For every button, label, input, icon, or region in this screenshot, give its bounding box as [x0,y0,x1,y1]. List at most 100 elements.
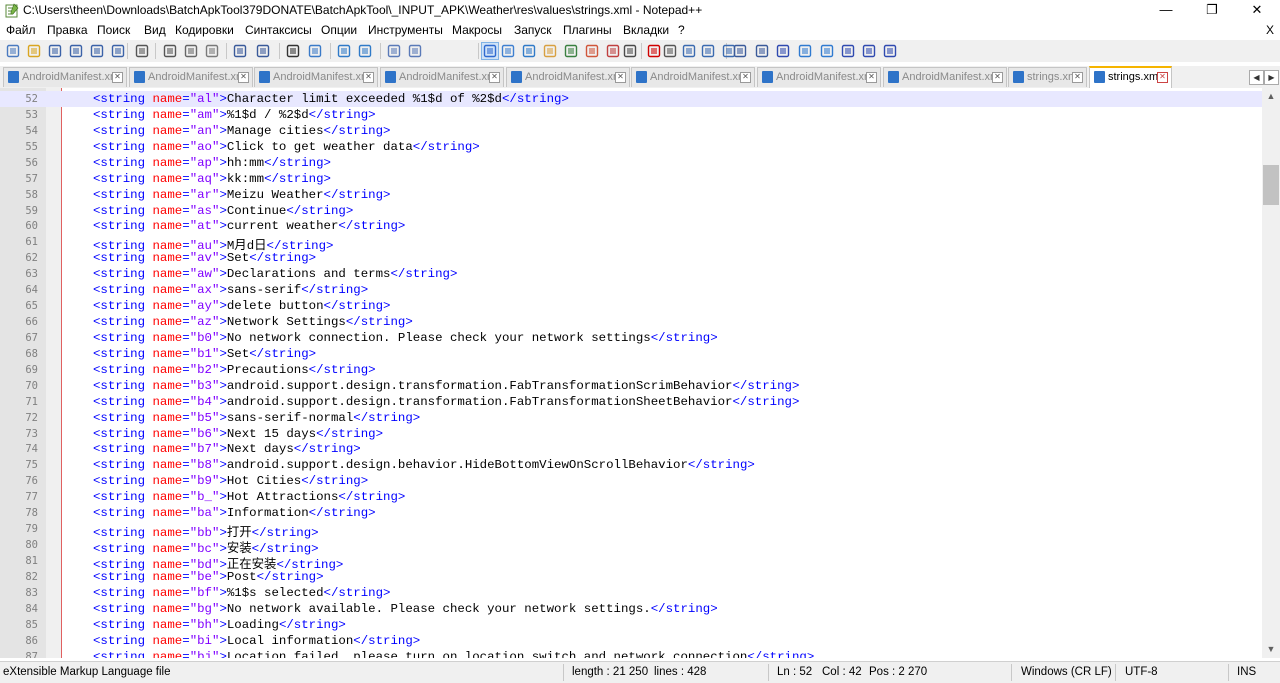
scroll-thumb[interactable] [1263,165,1279,205]
tab[interactable]: AndroidManifest.xml ✕ [757,67,881,87]
stop-record-icon[interactable] [662,43,678,59]
close-document-x[interactable]: X [1266,23,1274,37]
menu-tools[interactable]: Инструменты [368,23,443,37]
code-line[interactable]: 52 <string name="al">Character limit exce… [0,91,1262,107]
sync-vertical-icon[interactable] [386,43,402,59]
code-line[interactable]: 74 <string name="b7">Next days</string> [0,441,1262,457]
code-line[interactable]: 76 <string name="b9">Hot Cities</string> [0,473,1262,489]
menu-encoding[interactable]: Кодировки [175,23,234,37]
code-line[interactable]: 80 <string name="bc">安装</string> [0,537,1262,556]
code-line[interactable]: 70 <string name="b3">android.support.desi… [0,378,1262,394]
menu-file[interactable]: Файл [6,23,36,37]
code-line[interactable]: 86 <string name="bi">Local information</s… [0,633,1262,649]
first-icon[interactable] [840,43,856,59]
print-icon[interactable] [134,43,150,59]
next-icon[interactable] [819,43,835,59]
tab[interactable]: AndroidManifest.xml ✕ [129,67,253,87]
save-icon[interactable] [47,43,63,59]
close-all-icon[interactable] [110,43,126,59]
monitoring-icon[interactable] [622,43,638,59]
tab[interactable]: AndroidManifest.xml ✕ [254,67,378,87]
menu-help[interactable]: ? [678,23,685,37]
code-line[interactable]: 78 <string name="ba">Information</string> [0,505,1262,521]
code-line[interactable]: 62 <string name="av">Set</string> [0,250,1262,266]
code-line[interactable]: 54 <string name="an">Manage cities</strin… [0,123,1262,139]
menu-syntax[interactable]: Синтаксисы [245,23,312,37]
tab-close-icon[interactable]: ✕ [489,72,500,83]
menu-macros[interactable]: Макросы [452,23,502,37]
collapse-icon[interactable] [732,43,748,59]
tab[interactable]: strings.xml ✕ [1008,67,1087,87]
code-line[interactable]: 56 <string name="ap">hh:mm</string> [0,155,1262,171]
tab-close-icon[interactable]: ✕ [740,72,751,83]
code-line[interactable]: 71 <string name="b4">android.support.desi… [0,394,1262,410]
menu-edit[interactable]: Правка [47,23,88,37]
copy-icon[interactable] [183,43,199,59]
tab-active[interactable]: strings.xml ✕ [1089,66,1172,88]
last-icon[interactable] [861,43,877,59]
tab-next-button[interactable]: ▶ [1264,70,1279,85]
function-list-icon[interactable] [584,43,600,59]
code-line[interactable]: 64 <string name="ax">sans-serif</string> [0,282,1262,298]
code-line[interactable]: 73 <string name="b6">Next 15 days</string… [0,426,1262,442]
code-line[interactable]: 69 <string name="b2">Precautions</string> [0,362,1262,378]
undo-icon[interactable] [232,43,248,59]
status-insert-mode[interactable]: INS [1237,666,1256,678]
menu-run[interactable]: Запуск [514,23,552,37]
folder-workspace-icon[interactable] [605,43,621,59]
tab[interactable]: AndroidManifest.xml ✕ [631,67,755,87]
code-line[interactable]: 58 <string name="ar">Meizu Weather</strin… [0,187,1262,203]
code-line[interactable]: 87 <string name="bj">Location failed, ple… [0,649,1262,658]
new-file-icon[interactable] [5,43,21,59]
menu-search[interactable]: Поиск [97,23,130,37]
redo-icon[interactable] [255,43,271,59]
code-line[interactable]: 59 <string name="as">Continue</string> [0,203,1262,219]
prev-icon[interactable] [797,43,813,59]
code-line[interactable]: 85 <string name="bh">Loading</string> [0,617,1262,633]
menu-plugins[interactable]: Плагины [563,23,612,37]
play-macro-icon[interactable] [681,43,697,59]
scroll-up-arrow-icon[interactable]: ▲ [1262,88,1280,105]
replace-icon[interactable] [307,43,323,59]
code-line[interactable]: 82 <string name="be">Post</string> [0,569,1262,585]
tab[interactable]: AndroidManifest.xml ✕ [883,67,1007,87]
tab-close-icon[interactable]: ✕ [992,72,1003,83]
code-line[interactable]: 65 <string name="ay">delete button</strin… [0,298,1262,314]
scroll-down-arrow-icon[interactable]: ▼ [1262,641,1280,658]
compare-icon[interactable] [775,43,791,59]
expand-icon[interactable] [754,43,770,59]
tab-close-icon[interactable]: ✕ [1157,72,1168,83]
tab-close-icon[interactable]: ✕ [1072,72,1083,83]
status-eol[interactable]: Windows (CR LF) [1021,666,1112,678]
vertical-scrollbar[interactable]: ▲ ▼ [1262,88,1280,658]
code-line[interactable]: 55 <string name="ao">Click to get weather… [0,139,1262,155]
cut-icon[interactable] [162,43,178,59]
tab[interactable]: AndroidManifest.xml ✕ [380,67,504,87]
user-defined-lang-icon[interactable] [542,43,558,59]
word-wrap-icon[interactable] [481,42,499,60]
fold-icon[interactable] [882,43,898,59]
menu-view[interactable]: Вид [144,23,166,37]
close-window-button[interactable]: ✕ [1234,0,1280,21]
indent-guide-icon[interactable] [521,43,537,59]
zoom-in-icon[interactable] [336,43,352,59]
menu-tabs[interactable]: Вкладки [623,23,669,37]
code-line[interactable]: 67 <string name="b0">No network connectio… [0,330,1262,346]
run-macro-multiple-icon[interactable] [700,43,716,59]
tab-prev-button[interactable]: ◀ [1249,70,1264,85]
save-all-icon[interactable] [68,43,84,59]
tab-close-icon[interactable]: ✕ [363,72,374,83]
code-editor[interactable]: 52 <string name="al">Character limit exce… [0,88,1262,658]
tab-close-icon[interactable]: ✕ [112,72,123,83]
code-line[interactable]: 81 <string name="bd">正在安装</string> [0,553,1262,572]
tab-close-icon[interactable]: ✕ [866,72,877,83]
code-line[interactable]: 72 <string name="b5">sans-serif-normal</s… [0,410,1262,426]
code-line[interactable]: 68 <string name="b1">Set</string> [0,346,1262,362]
record-macro-icon[interactable] [646,43,662,59]
doc-map-icon[interactable] [563,43,579,59]
code-line[interactable]: 79 <string name="bb">打开</string> [0,521,1262,540]
code-line[interactable]: 57 <string name="aq">kk:mm</string> [0,171,1262,187]
code-line[interactable]: 63 <string name="aw">Declarations and ter… [0,266,1262,282]
code-line[interactable]: 75 <string name="b8">android.support.desi… [0,457,1262,473]
sync-horizontal-icon[interactable] [407,43,423,59]
